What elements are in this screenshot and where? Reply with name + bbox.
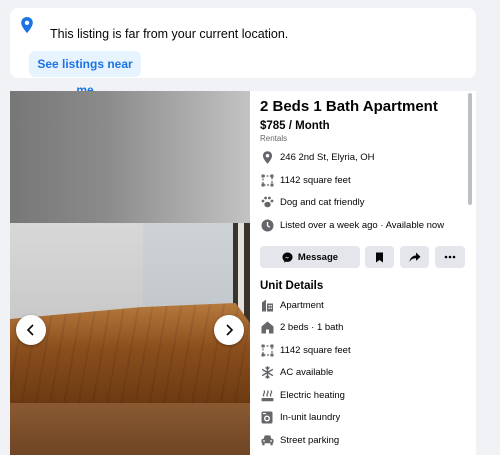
unit-detail-row: 1142 square feet xyxy=(260,342,351,358)
unit-detail-row: In-unit laundry xyxy=(260,409,340,425)
share-button[interactable] xyxy=(400,246,429,268)
unit-detail-text: In-unit laundry xyxy=(280,411,341,423)
unit-detail-row: Electric heating xyxy=(260,387,345,403)
info-text: Listed over a week ago · Available now xyxy=(280,219,445,231)
see-listings-near-me-button[interactable]: See listings near me xyxy=(29,51,141,97)
unit-detail-text: Electric heating xyxy=(280,389,345,401)
notice-message: This listing is far from your current lo… xyxy=(50,27,289,41)
location-pin-icon xyxy=(21,17,33,33)
listing-price: $785 / Month xyxy=(260,120,330,132)
message-button-label: Message xyxy=(297,251,339,263)
chevron-left-icon xyxy=(26,324,34,336)
previous-photo-button[interactable] xyxy=(16,315,46,345)
message-button[interactable]: Message xyxy=(260,246,360,268)
bookmark-icon xyxy=(376,252,383,262)
location-pin-icon xyxy=(260,150,274,164)
more-icon xyxy=(444,255,456,259)
unit-detail-row: 2 beds · 1 bath xyxy=(260,319,343,335)
car-icon xyxy=(260,433,274,447)
info-row-size: 1142 square feet xyxy=(260,172,351,188)
chevron-right-icon xyxy=(226,324,234,336)
listing-photo-main xyxy=(10,223,250,403)
building-icon xyxy=(260,298,274,312)
share-icon xyxy=(409,252,420,262)
listing-photo xyxy=(10,403,250,455)
square-feet-icon xyxy=(260,343,274,357)
listing-card: 2 Beds 1 Bath Apartment $785 / Month Ren… xyxy=(10,91,476,455)
unit-detail-row: Apartment xyxy=(260,297,324,313)
home-icon xyxy=(260,320,274,334)
unit-detail-row: AC available xyxy=(260,364,333,380)
unit-detail-text: Street parking xyxy=(280,434,340,446)
listing-title: 2 Beds 1 Bath Apartment xyxy=(260,98,438,115)
unit-detail-text: 2 beds · 1 bath xyxy=(280,321,344,333)
heating-icon xyxy=(260,388,274,402)
info-text: 246 2nd St, Elyria, OH xyxy=(280,151,375,163)
photo-gallery[interactable] xyxy=(10,91,250,455)
laundry-icon xyxy=(260,410,274,424)
square-feet-icon xyxy=(260,173,274,187)
unit-details-heading: Unit Details xyxy=(260,280,324,292)
listing-category: Rentals xyxy=(260,134,288,143)
info-row-pets: Dog and cat friendly xyxy=(260,194,365,210)
info-text: 1142 square feet xyxy=(280,174,351,186)
more-button[interactable] xyxy=(435,246,465,268)
listing-actions: Message xyxy=(260,246,465,268)
info-row-address: 246 2nd St, Elyria, OH xyxy=(260,149,375,165)
scrollbar-thumb[interactable] xyxy=(468,93,472,205)
unit-detail-text: AC available xyxy=(280,366,334,378)
clock-icon xyxy=(260,218,274,232)
location-notice: This listing is far from your current lo… xyxy=(10,8,476,97)
listing-photo xyxy=(10,91,250,223)
save-button[interactable] xyxy=(365,246,394,268)
unit-detail-text: Apartment xyxy=(280,299,324,311)
messenger-icon xyxy=(282,251,293,263)
unit-detail-row: Street parking xyxy=(260,432,339,448)
listing-details: 2 Beds 1 Bath Apartment $785 / Month Ren… xyxy=(250,91,476,455)
info-text: Dog and cat friendly xyxy=(280,196,365,208)
unit-detail-text: 1142 square feet xyxy=(280,344,351,356)
next-photo-button[interactable] xyxy=(214,315,244,345)
paw-icon xyxy=(260,195,274,209)
snowflake-icon xyxy=(260,365,274,379)
info-row-listed: Listed over a week ago · Available now xyxy=(260,217,444,233)
